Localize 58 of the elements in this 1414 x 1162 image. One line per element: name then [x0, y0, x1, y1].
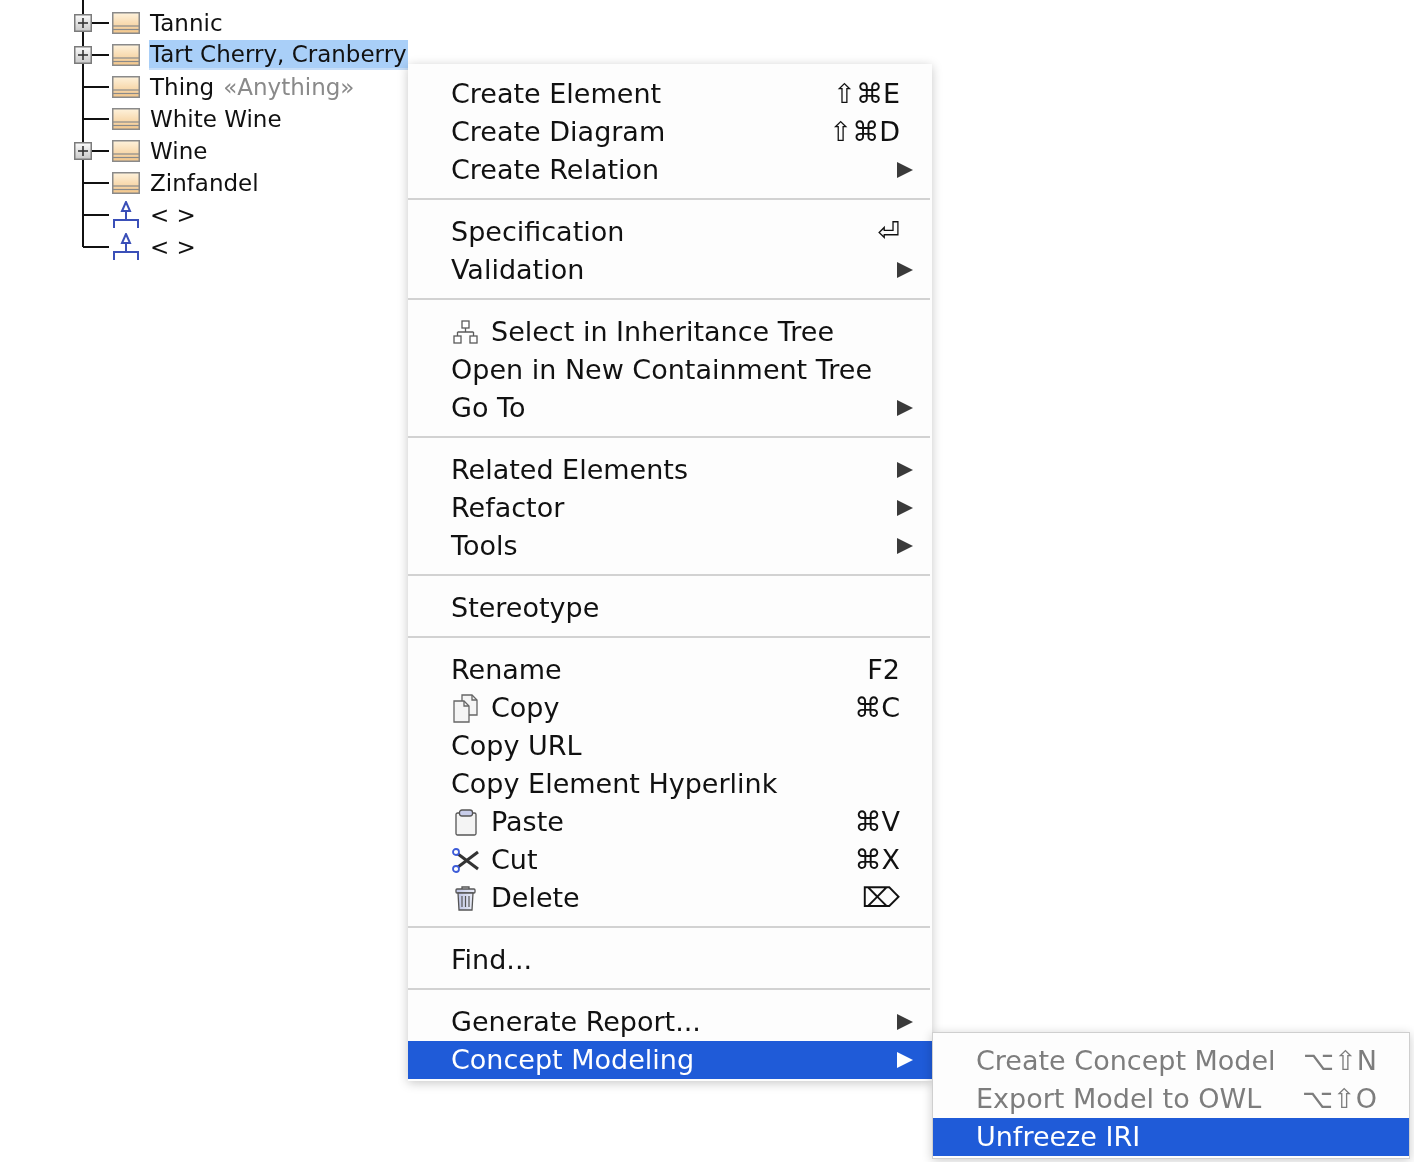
- trash-icon: [452, 885, 479, 911]
- shortcut-label: ⌦: [861, 881, 900, 915]
- class-icon: [112, 140, 140, 162]
- shortcut-label: ⇧⌘D: [829, 115, 900, 149]
- menu-item[interactable]: Validation: [408, 251, 932, 289]
- menu-item[interactable]: Unfreeze IRI: [933, 1118, 1409, 1156]
- menu-item[interactable]: Rename F2: [408, 651, 932, 689]
- tree-item-label[interactable]: Zinfandel: [149, 169, 260, 197]
- expand-icon[interactable]: [74, 142, 92, 160]
- copy-icon: [452, 693, 479, 723]
- clipboard-icon: [452, 808, 479, 836]
- menu-item[interactable]: Copy Element Hyperlink: [408, 765, 932, 803]
- menu-item[interactable]: Stereotype: [408, 589, 932, 627]
- generalization-icon: [112, 201, 140, 229]
- class-icon: [112, 172, 140, 194]
- expand-icon[interactable]: [74, 14, 92, 32]
- tree-item-label[interactable]: Tart Cherry, Cranberry: [149, 40, 408, 70]
- generalization-icon: [112, 233, 140, 261]
- menu-item[interactable]: Select in Inheritance Tree: [408, 313, 932, 351]
- menu-item[interactable]: Create Relation: [408, 151, 932, 189]
- stereotype-label: «Anything»: [223, 73, 355, 101]
- menu-item[interactable]: Concept Modeling: [408, 1041, 932, 1079]
- menu-item[interactable]: Specification ⏎: [408, 213, 932, 251]
- tree-item-label[interactable]: < >: [149, 233, 197, 261]
- class-icon: [112, 12, 140, 34]
- shortcut-label: ⇧⌘E: [833, 77, 900, 111]
- menu-item[interactable]: Cut ⌘X: [408, 841, 932, 879]
- tree-item-label[interactable]: Tannic: [149, 9, 224, 37]
- class-icon: [112, 44, 140, 66]
- menu-item[interactable]: Find...: [408, 941, 932, 979]
- shortcut-label: ⌥⇧N: [1303, 1044, 1377, 1078]
- tree-item-label[interactable]: White Wine: [149, 105, 283, 133]
- tree-item-label[interactable]: < >: [149, 201, 197, 229]
- shortcut-label: ⌥⇧O: [1302, 1082, 1377, 1116]
- menu-item[interactable]: Refactor: [408, 489, 932, 527]
- hierarchy-icon: [452, 319, 479, 345]
- menu-item[interactable]: Go To: [408, 389, 932, 427]
- expand-icon[interactable]: [74, 46, 92, 64]
- menu-item[interactable]: Open in New Containment Tree: [408, 351, 932, 389]
- tree-item-label[interactable]: Thing: [149, 73, 216, 101]
- class-icon: [112, 108, 140, 130]
- menu-item[interactable]: Create Element ⇧⌘E: [408, 75, 932, 113]
- menu-item[interactable]: Copy ⌘C: [408, 689, 932, 727]
- shortcut-label: ⌘V: [854, 805, 900, 839]
- class-icon: [112, 76, 140, 98]
- scissors-icon: [452, 847, 479, 873]
- tree-item-label[interactable]: Wine: [149, 137, 209, 165]
- shortcut-label: F2: [867, 653, 900, 687]
- shortcut-label: ⏎: [877, 215, 900, 249]
- shortcut-label: ⌘C: [854, 691, 900, 725]
- menu-item[interactable]: Tools: [408, 527, 932, 565]
- menu-item[interactable]: Delete ⌦: [408, 879, 932, 917]
- menu-item[interactable]: Copy URL: [408, 727, 932, 765]
- menu-item[interactable]: Paste ⌘V: [408, 803, 932, 841]
- menu-item[interactable]: Create Diagram ⇧⌘D: [408, 113, 932, 151]
- menu-item[interactable]: Related Elements: [408, 451, 932, 489]
- menu-item[interactable]: Generate Report...: [408, 1003, 932, 1041]
- shortcut-label: ⌘X: [854, 843, 900, 877]
